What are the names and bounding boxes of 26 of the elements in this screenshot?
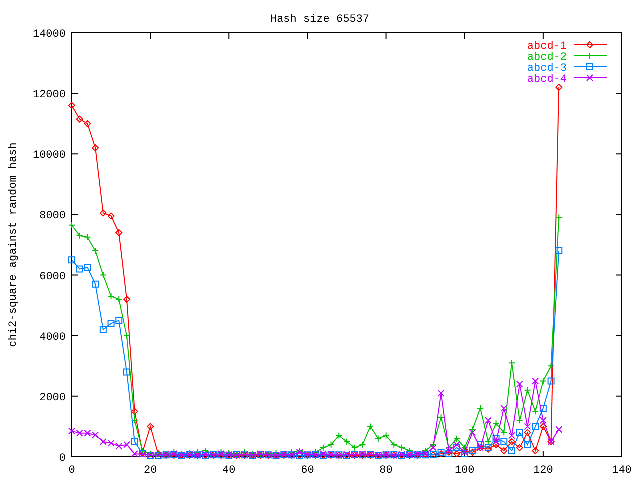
x-tick-label: 140 xyxy=(612,465,632,477)
x-tick-label: 0 xyxy=(68,465,76,477)
legend-line-sample xyxy=(574,64,608,70)
x-tick-label: 60 xyxy=(301,465,314,477)
y-tick-label: 8000 xyxy=(40,210,66,223)
legend-label: abcd-3 xyxy=(527,63,567,75)
legend-line-sample xyxy=(574,74,608,82)
y-tick-label: 2000 xyxy=(40,392,66,404)
legend-label: abcd-2 xyxy=(527,52,567,64)
y-tick-label: 14000 xyxy=(32,29,66,41)
x-tick-label: 120 xyxy=(534,465,554,477)
legend-label: abcd-4 xyxy=(527,74,567,86)
legend-label: abcd-1 xyxy=(527,41,567,53)
y-tick-label: 4000 xyxy=(40,332,66,344)
legend-line-sample xyxy=(574,52,608,60)
y-tick-label: 12000 xyxy=(32,90,66,102)
x-tick-label: 20 xyxy=(144,465,158,477)
y-tick-label: 6000 xyxy=(40,271,66,284)
chart-title: Hash size 65537 xyxy=(270,14,370,26)
y-tick-label: 10000 xyxy=(32,150,66,162)
y-tick-label: 0 xyxy=(59,453,66,465)
x-tick-label: 80 xyxy=(380,465,393,477)
y-axis-label: chi2-square against random hash xyxy=(8,142,20,348)
legend-line-sample xyxy=(574,41,608,49)
x-tick-label: 40 xyxy=(222,465,236,477)
x-tick-label: 100 xyxy=(454,465,475,477)
